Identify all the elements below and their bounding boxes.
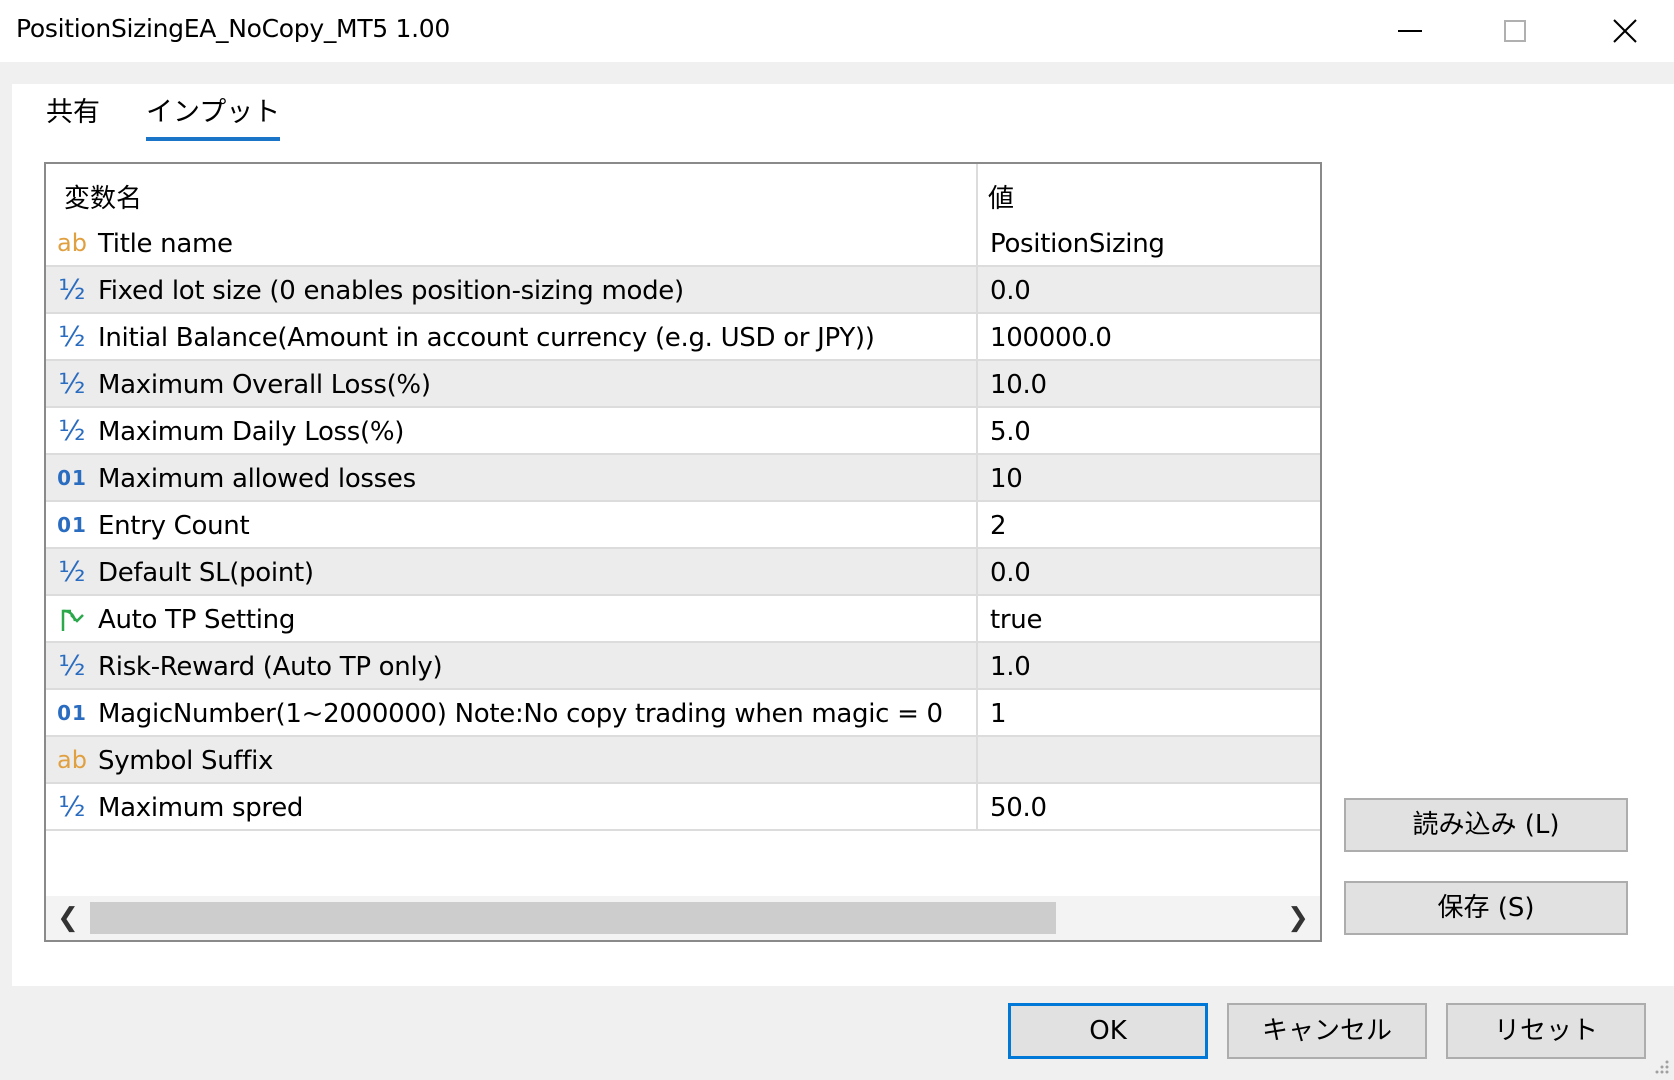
table-row[interactable]: ½ Initial Balance(Amount in account curre… <box>46 314 1320 361</box>
parameter-value[interactable]: 0.0 <box>990 276 1031 306</box>
reset-button[interactable]: リセット <box>1446 1003 1646 1059</box>
table-row[interactable]: 01 MagicNumber(1~2000000) Note:No copy tr… <box>46 690 1320 737</box>
maximize-button[interactable] <box>1480 0 1550 62</box>
table-row[interactable]: Auto TP Setting true <box>46 596 1320 643</box>
table-row[interactable]: ½ Default SL(point) 0.0 <box>46 549 1320 596</box>
integer-type-icon: 01 <box>57 466 87 490</box>
parameter-value[interactable]: 1 <box>990 699 1007 729</box>
table-row[interactable]: ab Symbol Suffix <box>46 737 1320 784</box>
column-divider <box>976 784 978 829</box>
table-row[interactable]: 01 Entry Count 2 <box>46 502 1320 549</box>
inputs-grid: 変数名 値 ab Title name PositionSizing ½ Fixed l… <box>44 162 1322 942</box>
parameter-name: Maximum Overall Loss(%) <box>98 370 431 400</box>
maximize-icon <box>1504 20 1526 42</box>
column-divider <box>976 361 978 406</box>
parameter-value[interactable]: true <box>990 605 1042 635</box>
table-row[interactable]: ½ Fixed lot size (0 enables position-sizi… <box>46 267 1320 314</box>
double-type-icon: ½ <box>58 320 86 353</box>
double-type-icon: ½ <box>58 649 86 682</box>
parameter-name: Symbol Suffix <box>98 746 274 776</box>
column-header-value[interactable]: 値 <box>988 178 1014 215</box>
parameter-name: Maximum allowed losses <box>98 464 416 494</box>
parameter-value[interactable]: 10.0 <box>990 370 1047 400</box>
parameter-name: Entry Count <box>98 511 250 541</box>
column-divider <box>976 220 978 265</box>
column-divider <box>976 267 978 312</box>
parameter-name: Title name <box>98 229 233 259</box>
parameter-name: Default SL(point) <box>98 558 314 588</box>
ok-button[interactable]: OK <box>1008 1003 1208 1059</box>
parameter-value[interactable]: 2 <box>990 511 1007 541</box>
double-type-icon: ½ <box>58 555 86 588</box>
save-button[interactable]: 保存 (S) <box>1344 881 1628 935</box>
column-divider <box>976 408 978 453</box>
table-row[interactable]: ½ Risk-Reward (Auto TP only) 1.0 <box>46 643 1320 690</box>
grid-header: 変数名 値 <box>46 164 1320 220</box>
close-button[interactable] <box>1590 0 1660 62</box>
grid-rows: ab Title name PositionSizing ½ Fixed lot siz… <box>46 220 1320 831</box>
minimize-button[interactable] <box>1375 0 1445 62</box>
boolean-arrow-icon <box>56 605 88 633</box>
tab-inputs[interactable]: インプット <box>146 90 281 141</box>
cancel-button[interactable]: キャンセル <box>1227 1003 1427 1059</box>
load-button[interactable]: 読み込み (L) <box>1344 798 1628 852</box>
parameter-name: Maximum spred <box>98 793 304 823</box>
title-bar: PositionSizingEA_NoCopy_MT5 1.00 <box>0 0 1674 62</box>
integer-type-icon: 01 <box>57 513 87 537</box>
column-divider <box>976 455 978 500</box>
column-divider <box>976 314 978 359</box>
parameter-name: Fixed lot size (0 enables position-sizin… <box>98 276 684 306</box>
string-type-icon: ab <box>57 746 87 774</box>
table-row[interactable]: ½ Maximum Daily Loss(%) 5.0 <box>46 408 1320 455</box>
tab-common[interactable]: 共有 <box>46 90 100 135</box>
parameter-value[interactable]: 0.0 <box>990 558 1031 588</box>
double-type-icon: ½ <box>58 790 86 823</box>
column-header-name[interactable]: 変数名 <box>64 178 142 215</box>
parameter-value[interactable]: 100000.0 <box>990 323 1112 353</box>
minimize-icon <box>1398 30 1422 32</box>
column-divider <box>976 643 978 688</box>
scroll-right-icon[interactable]: ❯ <box>1280 900 1316 936</box>
parameter-value[interactable]: PositionSizing <box>990 229 1165 259</box>
double-type-icon: ½ <box>58 273 86 306</box>
scrollbar-thumb[interactable] <box>90 902 1056 934</box>
parameter-name: Maximum Daily Loss(%) <box>98 417 405 447</box>
column-divider <box>976 502 978 547</box>
string-type-icon: ab <box>57 229 87 257</box>
horizontal-scrollbar[interactable]: ❮ ❯ <box>46 896 1320 940</box>
column-divider <box>976 549 978 594</box>
parameter-value[interactable]: 1.0 <box>990 652 1031 682</box>
column-divider <box>976 690 978 735</box>
table-row[interactable]: ½ Maximum Overall Loss(%) 10.0 <box>46 361 1320 408</box>
column-divider <box>976 737 978 782</box>
table-row[interactable]: ab Title name PositionSizing <box>46 220 1320 267</box>
parameter-name: Initial Balance(Amount in account curren… <box>98 323 875 353</box>
parameter-value[interactable]: 5.0 <box>990 417 1031 447</box>
close-icon <box>1613 19 1637 43</box>
parameter-name: MagicNumber(1~2000000) Note:No copy trad… <box>98 699 943 729</box>
integer-type-icon: 01 <box>57 701 87 725</box>
column-divider <box>976 596 978 641</box>
double-type-icon: ½ <box>58 414 86 447</box>
double-type-icon: ½ <box>58 367 86 400</box>
column-divider[interactable] <box>976 164 978 220</box>
resize-grip-icon[interactable] <box>1652 1058 1670 1076</box>
parameter-name: Auto TP Setting <box>98 605 296 635</box>
parameter-value[interactable]: 50.0 <box>990 793 1047 823</box>
scroll-left-icon[interactable]: ❮ <box>50 900 86 936</box>
parameter-value[interactable]: 10 <box>990 464 1023 494</box>
table-row[interactable]: 01 Maximum allowed losses 10 <box>46 455 1320 502</box>
parameter-name: Risk-Reward (Auto TP only) <box>98 652 443 682</box>
window-title: PositionSizingEA_NoCopy_MT5 1.00 <box>16 14 451 43</box>
table-row[interactable]: ½ Maximum spred 50.0 <box>46 784 1320 831</box>
